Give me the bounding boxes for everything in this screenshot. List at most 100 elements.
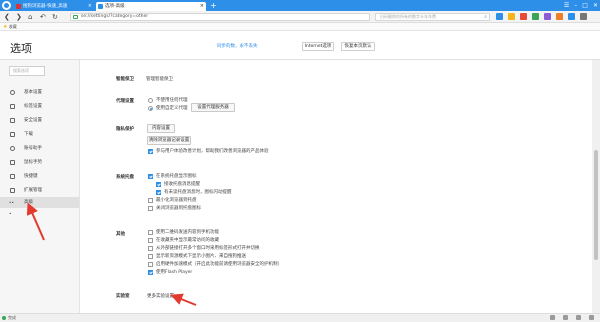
flash-player-checkbox[interactable] — [148, 270, 153, 275]
volume-icon[interactable] — [576, 315, 581, 320]
sidebar-search-input[interactable]: 搜索选项 — [9, 66, 45, 76]
bookmark-label[interactable]: 收藏 — [9, 24, 17, 29]
small-images-checkbox[interactable] — [148, 254, 153, 259]
translate-icon[interactable] — [544, 13, 551, 20]
sidebar-item-label: 基本设置 — [24, 90, 42, 95]
zoom-icon[interactable] — [589, 315, 594, 320]
mail-icon[interactable] — [520, 13, 527, 20]
status-text: 完成 — [8, 315, 16, 320]
sidebar-item-label: 快捷键 — [24, 174, 38, 179]
favorites-icon[interactable] — [508, 13, 515, 20]
close-tab-icon[interactable]: × — [200, 3, 204, 9]
hardware-accel-checkbox[interactable] — [148, 262, 153, 267]
speed-icon[interactable] — [550, 315, 555, 320]
close-window-icon[interactable]: ✕ — [593, 1, 598, 10]
forward-icon[interactable]: ❯ — [16, 13, 22, 21]
search-icon[interactable]: ⌕ — [484, 14, 487, 20]
screenshot-icon[interactable] — [556, 13, 563, 20]
section-label-lab: 实验室 — [116, 294, 130, 299]
scrollbar[interactable] — [592, 60, 600, 313]
status-tools — [550, 315, 594, 320]
settings-content: 智能保卫 管理智能保卫 代理设置 不使用任何代理 使用自定义代理 设置代理服务器… — [81, 60, 592, 313]
experience-checkbox[interactable] — [148, 149, 153, 154]
section-label-proxy: 代理设置 — [116, 99, 134, 104]
sidebar-item-tabs[interactable]: 标签设置 — [0, 101, 79, 112]
tab-favicon-icon — [16, 4, 21, 9]
close-tab-icon[interactable]: × — [88, 3, 92, 9]
show-tray-icon-label: 在系统托盘显示图标 — [156, 174, 197, 179]
sidebar-item-security[interactable]: 安全设置 — [0, 115, 79, 126]
minimize-to-tray-label: 最小化浏览器到托盘 — [156, 198, 197, 203]
external-links-checkbox[interactable] — [148, 246, 153, 251]
tab-favicon-icon — [98, 4, 103, 9]
sidebar-item-label: 扩展管理 — [24, 188, 42, 193]
proxy-server-button[interactable]: 设置代理服务器 — [191, 103, 235, 112]
reload-icon[interactable]: ↻ — [52, 13, 58, 21]
receive-msg-label: 接收托盘消息提醒 — [164, 182, 200, 187]
sidebar-item-label: 下载 — [24, 132, 33, 137]
internet-options-button[interactable]: Internet选项 — [302, 42, 334, 51]
more-lab-settings-link[interactable]: 更多实验设置 — [147, 293, 174, 299]
frequent-favorites-label: 在收藏夹中显示最常访问的收藏 — [156, 238, 219, 243]
home-icon[interactable]: ⌂ — [28, 13, 32, 21]
mouse-icon — [10, 160, 15, 165]
shield-icon[interactable] — [532, 13, 539, 20]
minimize-icon[interactable]: – — [574, 1, 577, 10]
tab-sogou[interactable]: 搜狗浏览器-快速_高速 × — [14, 2, 94, 11]
clear-history-button[interactable]: 清除浏览器记录设置 — [147, 136, 191, 145]
sidebar-item-shortcuts[interactable]: 快捷键 — [0, 171, 79, 182]
sidebar-item-basic[interactable]: 基本设置 — [0, 87, 79, 98]
tab-icon — [10, 104, 15, 109]
flash-player-label: 使用Flash Player — [156, 270, 193, 275]
download-status-icon[interactable] — [563, 315, 568, 320]
puzzle-icon — [10, 188, 15, 193]
lock-icon — [73, 15, 78, 19]
sidebar-item-label: 标签设置 — [24, 104, 42, 109]
status-icon — [2, 316, 6, 320]
frequent-favorites-checkbox[interactable] — [148, 238, 153, 243]
section-label-other: 其他 — [116, 232, 125, 237]
sync-link[interactable]: 同步的数，永不丢失 — [217, 43, 258, 49]
minimize-to-tray-checkbox[interactable] — [148, 198, 153, 203]
show-tray-icon-checkbox[interactable] — [148, 174, 153, 179]
unread-flash-checkbox[interactable] — [156, 190, 161, 195]
maximize-icon[interactable]: □ — [582, 1, 588, 10]
sidebar-item-gestures[interactable]: 鼠标手势 — [0, 157, 79, 168]
sidebar-item-extensions[interactable]: 扩展管理 — [0, 185, 79, 196]
restore-defaults-button[interactable]: 恢复本页默认 — [341, 42, 375, 51]
close-to-tray-checkbox[interactable] — [148, 206, 153, 211]
back-icon[interactable]: ❮ — [4, 13, 10, 21]
qr-send-checkbox[interactable] — [148, 230, 153, 235]
search-input[interactable]: 扫码删除的所有的数字卡车车费 ⌕ — [375, 13, 490, 21]
sidebar-item-download[interactable]: 下载 — [0, 129, 79, 140]
tab-options[interactable]: 选项-高级 × — [96, 2, 206, 11]
star-icon: ★ — [3, 24, 8, 30]
smart-guard-text: 管理智能保卫 — [146, 77, 173, 82]
download-icon[interactable] — [568, 13, 575, 20]
sidebar-item-label: 账号助手 — [24, 146, 42, 151]
unread-flash-label: 有未读托盘消息时，图标闪动提醒 — [164, 190, 232, 195]
url-text: se://settings/?category=other — [81, 14, 149, 19]
sidebar-item-account[interactable]: 账号助手 — [0, 143, 79, 154]
more-tools-icon[interactable] — [580, 13, 587, 20]
proxy-none-radio[interactable] — [148, 98, 153, 103]
menu-icon[interactable]: ☰ — [564, 1, 569, 10]
proxy-custom-radio[interactable] — [148, 106, 153, 111]
undo-icon[interactable]: ↶ — [40, 13, 46, 21]
address-bar[interactable]: se://settings/?category=other — [70, 13, 370, 21]
bookmark-bar: ★ 收藏 — [0, 23, 600, 31]
sidebar-item-advanced[interactable]: 高级 — [0, 197, 79, 219]
receive-msg-checkbox[interactable] — [156, 182, 161, 187]
section-label-privacy: 隐私保护 — [116, 127, 134, 132]
sidebar-item-label: 鼠标手势 — [24, 160, 42, 165]
status-bar: 完成 — [0, 313, 600, 322]
window-controls: ☰ – □ ✕ — [564, 1, 598, 10]
proxy-custom-label: 使用自定义代理 — [156, 106, 188, 111]
extension-icon[interactable] — [496, 13, 503, 20]
new-tab-button[interactable]: + — [210, 1, 217, 10]
external-links-label: 从外部链接打开多个窗口时采用标签形式打开并切换 — [156, 246, 260, 251]
scrollbar-thumb[interactable] — [594, 150, 598, 260]
sidebar: 搜索选项 基本设置 标签设置 安全设置 下载 账号助手 鼠标手势 快捷键 扩展管… — [0, 60, 80, 313]
content-settings-button[interactable]: 内容设置 — [147, 124, 175, 133]
tab-label: 选项-高级 — [105, 4, 125, 9]
